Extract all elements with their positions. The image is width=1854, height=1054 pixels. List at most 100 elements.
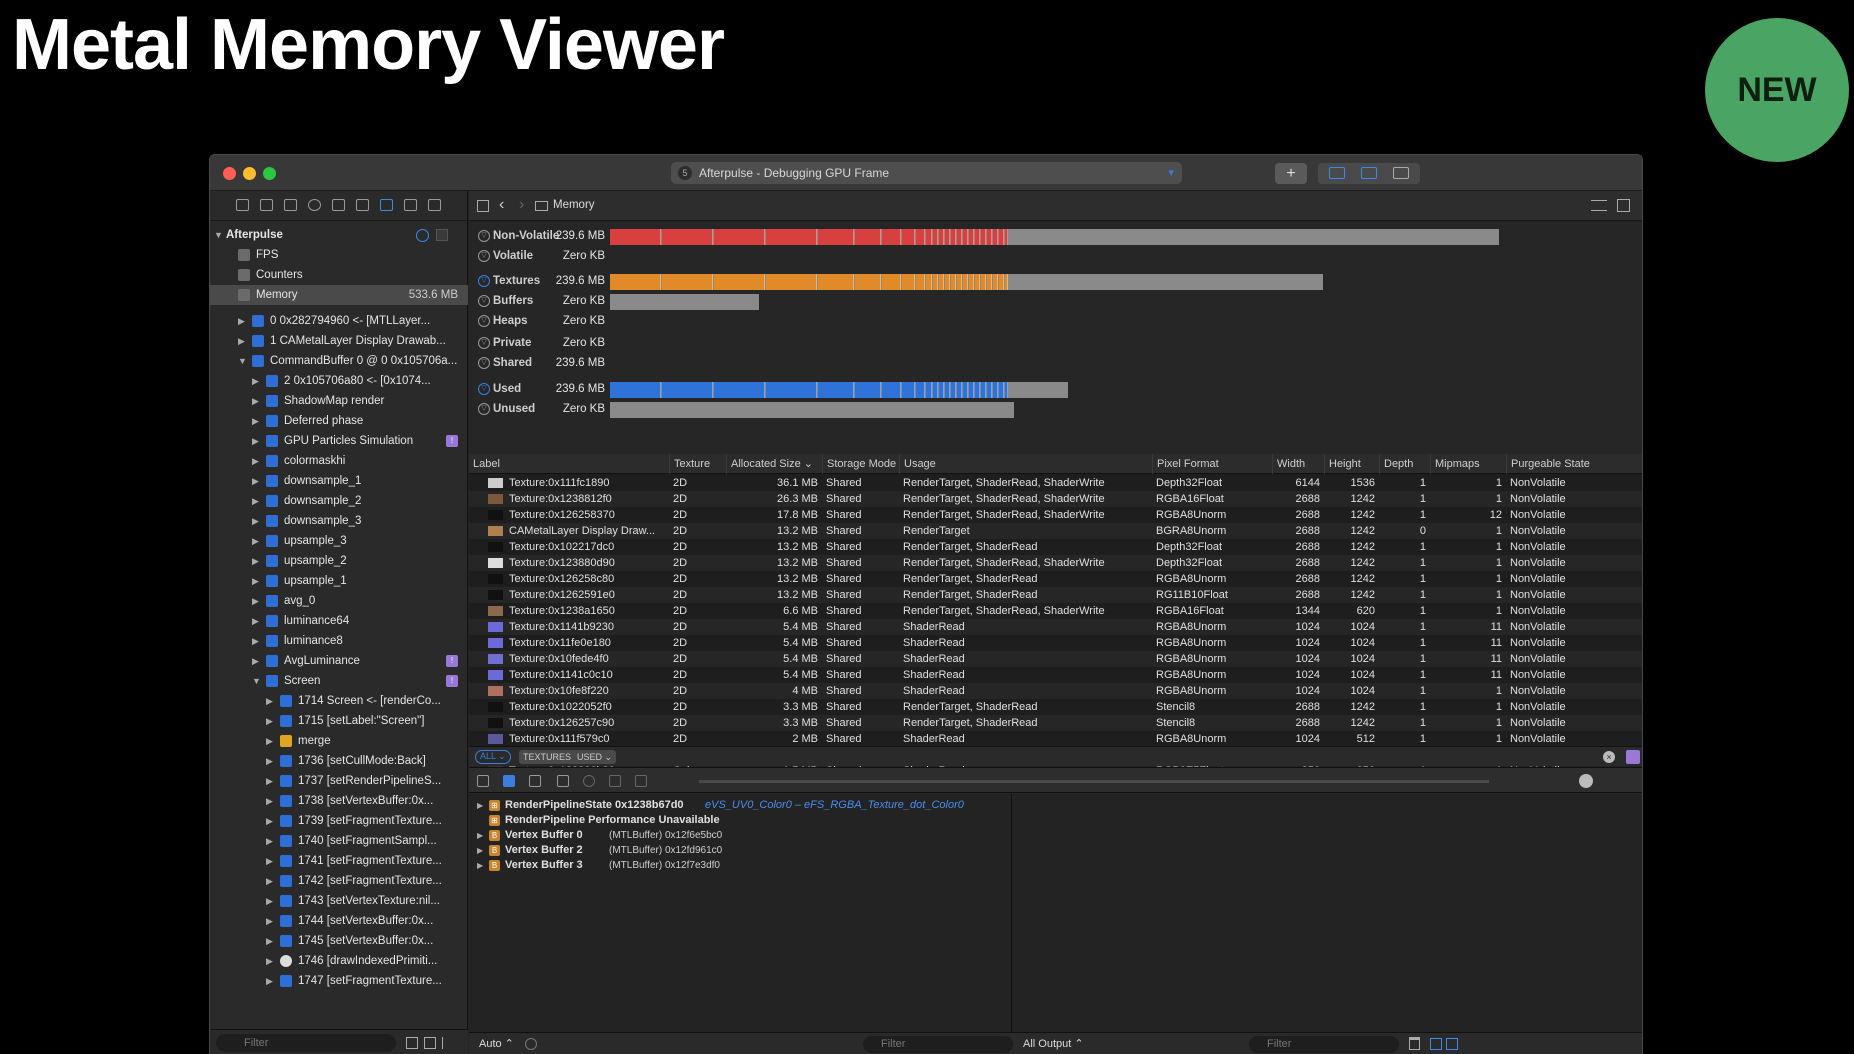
allocation-segment[interactable] — [915, 382, 925, 398]
memory-category-row[interactable]: ▽ Shared 239.6 MB — [469, 354, 1642, 372]
source-control-icon[interactable] — [260, 199, 273, 211]
allocation-segment[interactable] — [714, 229, 765, 245]
table-row[interactable]: Texture:0x1141c0c10 2D 5.4 MB Shared ShaderR… — [469, 667, 1642, 683]
hide-debug-area-icon[interactable] — [477, 775, 489, 787]
allocation-segment[interactable] — [939, 274, 945, 290]
allocation-segment[interactable] — [915, 229, 925, 245]
column-header[interactable]: Label — [469, 454, 669, 474]
allocation-segment[interactable] — [933, 229, 939, 245]
allocation-segment[interactable] — [1005, 382, 1009, 398]
memory-category-row[interactable]: ▽ Non-Volatile 239.6 MB — [469, 227, 1642, 245]
sidebar-item[interactable]: FPS — [210, 245, 468, 265]
allocation-segment[interactable] — [882, 382, 901, 398]
table-row[interactable]: Texture:0x1262591e0 2D 13.2 MB Shared Render… — [469, 587, 1642, 603]
grid-icon[interactable] — [477, 200, 489, 212]
sidebar-item[interactable]: ▶ upsample_2 — [210, 551, 468, 571]
disclosure-icon[interactable]: ▶ — [266, 731, 273, 751]
table-row[interactable]: Texture:0x102217dc0 2D 13.2 MB Shared Render… — [469, 539, 1642, 555]
allocation-segment[interactable] — [993, 382, 999, 398]
symbol-icon[interactable] — [284, 199, 297, 211]
sidebar-item[interactable]: ▶ 1739 [setFragmentTexture... — [210, 811, 468, 831]
left-pane-icon[interactable] — [1430, 1038, 1442, 1050]
allocation-segment[interactable] — [766, 382, 817, 398]
allocation-segment[interactable] — [925, 382, 933, 398]
allocation-segment[interactable] — [987, 229, 993, 245]
timeline-scrubber[interactable] — [699, 780, 1489, 783]
disclosure-icon[interactable]: ▶ — [252, 631, 259, 651]
project-row[interactable]: ▼ Afterpulse — [210, 225, 468, 245]
allocation-segment[interactable] — [610, 382, 661, 398]
memory-category-row[interactable]: ▽ Textures 239.6 MB — [469, 272, 1642, 290]
disclosure-icon[interactable]: ▶ — [252, 471, 259, 491]
column-header[interactable]: Storage Mode — [822, 454, 899, 474]
disclosure-icon[interactable]: ▶ — [252, 391, 259, 411]
reload-icon[interactable] — [583, 775, 595, 787]
table-row[interactable]: Texture:0x10fe8f220 2D 4 MB Shared ShaderRea… — [469, 683, 1642, 699]
allocation-segment[interactable] — [963, 274, 969, 290]
sidebar-item[interactable]: ▶ GPU Particles Simulation! — [210, 431, 468, 451]
allocation-segment[interactable] — [901, 229, 915, 245]
sidebar-item[interactable]: Memory 533.6 MB — [210, 285, 468, 305]
step-forward-icon[interactable] — [635, 775, 647, 787]
allocation-segment[interactable] — [818, 229, 855, 245]
variable-row[interactable]: ▶ B Vertex Buffer 2 (MTLBuffer) 0x12fd961c0 — [469, 843, 1009, 858]
allocation-segment[interactable] — [999, 382, 1005, 398]
disclosure-icon[interactable]: ▶ — [252, 511, 259, 531]
disclosure-open-icon[interactable]: ▼ — [214, 225, 223, 245]
disclosure-icon[interactable]: ▶ — [477, 858, 483, 873]
filter-toggle-icon[interactable]: ▽ — [478, 383, 490, 395]
sidebar-item[interactable]: ▶ 1 CAMetalLayer Display Drawab... — [210, 331, 468, 351]
pause-icon[interactable] — [529, 775, 541, 787]
sidebar-item[interactable]: ▶ 1746 [drawIndexedPrimiti... — [210, 951, 468, 971]
disclosure-icon[interactable]: ▶ — [252, 651, 259, 671]
filter-toggle-icon[interactable]: ▽ — [478, 230, 490, 242]
disclosure-icon[interactable]: ▶ — [477, 798, 483, 813]
disclosure-icon[interactable]: ▶ — [266, 891, 273, 911]
hierarchy-icon[interactable] — [406, 1037, 418, 1049]
eye-icon[interactable] — [525, 1038, 537, 1050]
memory-category-row[interactable]: ▽ Buffers Zero KB — [469, 292, 1642, 310]
minimize-button[interactable] — [243, 167, 256, 180]
allocation-segment[interactable] — [951, 229, 957, 245]
allocation-segment[interactable] — [610, 274, 661, 290]
navigator-panel-icon[interactable] — [1329, 167, 1345, 179]
table-row[interactable]: Texture:0x1238812f0 2D 26.3 MB Shared Render… — [469, 491, 1642, 507]
table-row[interactable]: Texture:0x1141b9230 2D 5.4 MB Shared ShaderR… — [469, 619, 1642, 635]
report-icon[interactable] — [428, 199, 441, 211]
inspector-panel-icon[interactable] — [1393, 167, 1409, 179]
trash-icon[interactable] — [1409, 1037, 1420, 1050]
column-header[interactable]: Mipmaps — [1430, 454, 1506, 474]
disclosure-icon[interactable]: ▶ — [266, 911, 273, 931]
allocation-segment[interactable] — [999, 274, 1005, 290]
filter-toggle-icon[interactable]: ▽ — [478, 315, 490, 327]
allocation-segment[interactable] — [999, 229, 1005, 245]
activity-title-field[interactable]: 5 Afterpulse - Debugging GPU Frame ▾ — [671, 162, 1182, 184]
add-button[interactable]: + — [1275, 163, 1307, 184]
allocation-segment[interactable] — [987, 274, 993, 290]
sidebar-item[interactable]: ▶ avg_0 — [210, 591, 468, 611]
allocation-segment[interactable] — [882, 229, 901, 245]
column-header[interactable]: Depth — [1379, 454, 1430, 474]
allocation-segment[interactable] — [766, 229, 817, 245]
table-row[interactable]: Texture:0x123880d90 2D 13.2 MB Shared Render… — [469, 555, 1642, 571]
memory-category-row[interactable]: ▽ Volatile Zero KB — [469, 247, 1642, 265]
allocation-segment[interactable] — [993, 274, 999, 290]
step-back-icon[interactable] — [609, 775, 621, 787]
disclosure-icon[interactable]: ▶ — [252, 531, 259, 551]
test-icon[interactable] — [356, 199, 369, 211]
console-filter-input[interactable]: Filter — [1249, 1036, 1399, 1053]
options-icon[interactable] — [416, 229, 429, 242]
sidebar-item[interactable]: ▶ 1736 [setCullMode:Back] — [210, 751, 468, 771]
allocation-segment[interactable] — [975, 274, 981, 290]
disclosure-icon[interactable]: ▶ — [252, 371, 259, 391]
allocation-segment[interactable] — [933, 382, 939, 398]
sidebar-item[interactable]: ▶ 2 0x105706a80 <- [0x1074... — [210, 371, 468, 391]
sidebar-item[interactable]: ▶ Deferred phase — [210, 411, 468, 431]
disclosure-icon[interactable]: ▶ — [252, 451, 259, 471]
allocation-segment[interactable] — [939, 382, 945, 398]
allocation-segment[interactable] — [855, 229, 882, 245]
memory-category-row[interactable]: ▽ Private Zero KB — [469, 334, 1642, 352]
disclosure-icon[interactable]: ▶ — [266, 811, 273, 831]
table-row[interactable]: Texture:0x10fede4f0 2D 5.4 MB Shared ShaderR… — [469, 651, 1642, 667]
memory-category-row[interactable]: ▽ Heaps Zero KB — [469, 312, 1642, 330]
